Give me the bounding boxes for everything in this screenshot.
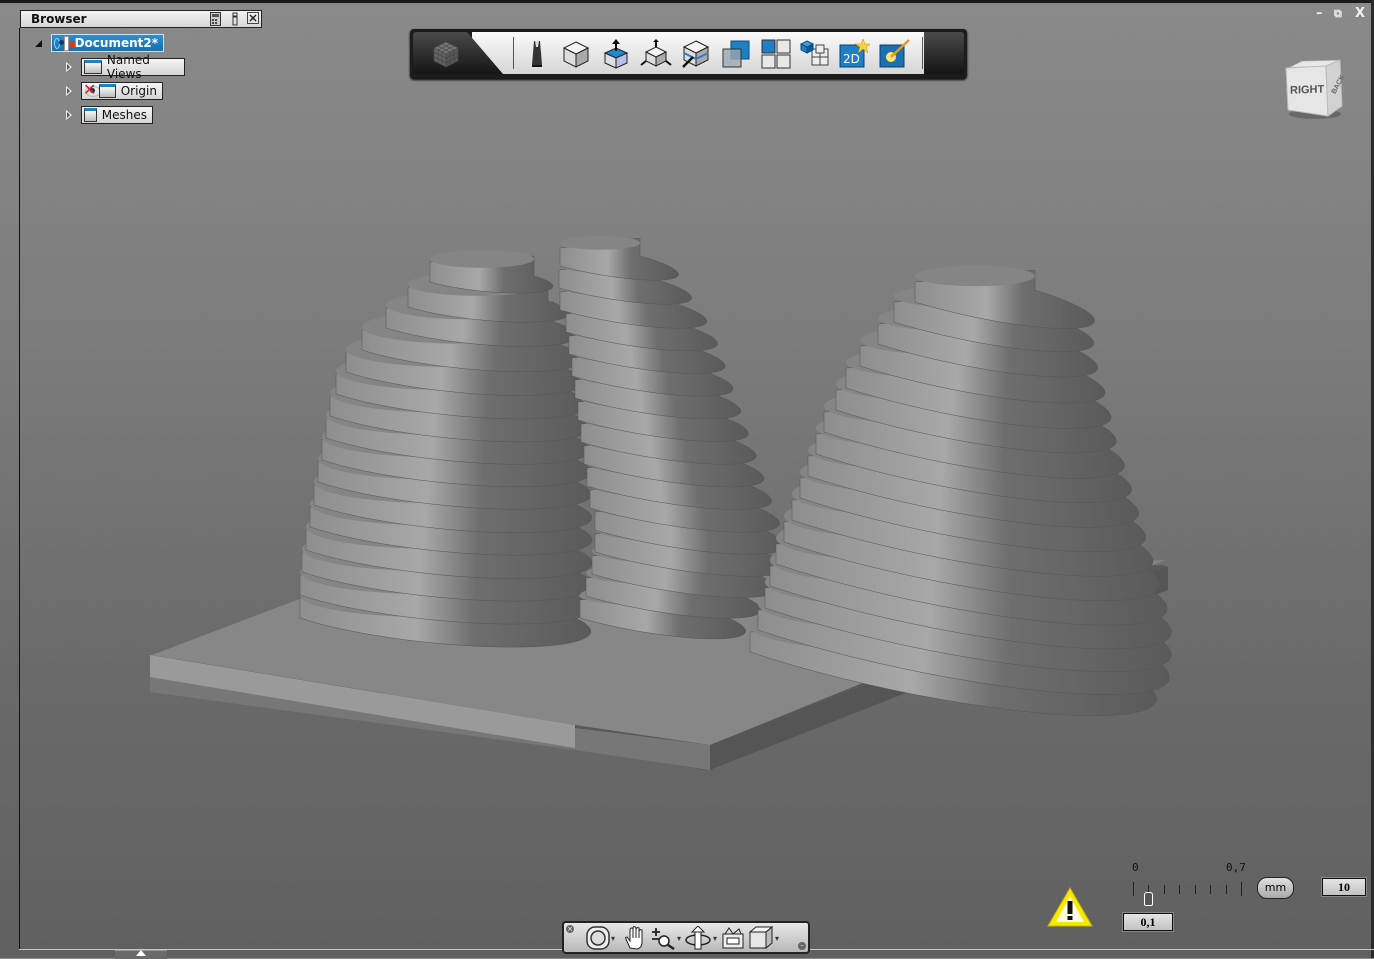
box-button[interactable] xyxy=(560,38,592,70)
tree-row-named-views: Named Views xyxy=(66,53,185,81)
tree-node-meshes[interactable]: Meshes xyxy=(81,106,153,124)
look-button[interactable] xyxy=(721,926,745,950)
chevron-down-icon[interactable]: ▾ xyxy=(611,934,615,943)
cube-icon xyxy=(562,41,590,68)
scale-min-label: 0 xyxy=(1132,861,1139,874)
close-window-icon[interactable]: X xyxy=(1355,7,1365,21)
navbar-options-icon[interactable]: – xyxy=(798,942,806,950)
extrude-button[interactable] xyxy=(600,38,632,70)
svg-text:2D: 2D xyxy=(843,52,860,66)
folder-icon xyxy=(99,84,116,98)
tree-root-row: Document2* xyxy=(35,33,164,53)
pencil-button[interactable] xyxy=(521,38,553,70)
section-button[interactable] xyxy=(680,38,712,70)
named-views-label: Named Views xyxy=(106,53,150,81)
pattern-button[interactable] xyxy=(760,38,792,70)
overlap-squares-icon xyxy=(722,40,750,68)
viewcube-face-right[interactable]: RIGHT xyxy=(1290,84,1324,97)
scale-value-field[interactable]: 0,1 xyxy=(1123,913,1173,931)
section-cube-icon xyxy=(682,40,710,68)
magic-wand-icon xyxy=(879,39,910,68)
extrude-icon xyxy=(603,39,629,69)
viewport-3d-model[interactable] xyxy=(0,0,1374,958)
count-field[interactable]: 10 xyxy=(1322,878,1366,896)
chevron-down-icon[interactable]: ▾ xyxy=(677,934,681,943)
steering-wheel-icon xyxy=(586,926,610,950)
browser-panel-header: Browser xyxy=(20,10,262,28)
view-cube-icon xyxy=(748,926,774,950)
tree-node-origin[interactable]: ✕ Origin xyxy=(81,82,163,100)
tower-right xyxy=(749,265,1172,717)
navbar-close-icon[interactable]: × xyxy=(566,925,574,933)
2d-star-icon: 2D xyxy=(839,38,870,68)
toolbar-separator xyxy=(922,37,923,69)
chevron-down-icon[interactable]: ▾ xyxy=(713,934,717,943)
rubiks-cube-icon[interactable] xyxy=(432,40,460,68)
2d-button[interactable]: 2D xyxy=(838,38,870,70)
cube-array-icon xyxy=(800,40,829,66)
toolbar-end-cap xyxy=(924,32,964,74)
expand-triangle-icon[interactable] xyxy=(66,110,72,120)
zoom-button[interactable]: ▾ xyxy=(650,926,681,950)
folder-icon xyxy=(84,108,97,122)
pencil-icon xyxy=(532,41,542,67)
tree-row-meshes: Meshes xyxy=(66,105,153,125)
meshes-label: Meshes xyxy=(101,108,147,122)
viewcube[interactable]: RIGHT BACK xyxy=(1282,58,1344,120)
render-button[interactable] xyxy=(878,38,910,70)
restore-icon[interactable]: ⧉ xyxy=(1334,7,1342,21)
scale-slider-handle[interactable] xyxy=(1144,892,1153,906)
browser-title: Browser xyxy=(31,12,87,26)
tree-node-document[interactable]: Document2* xyxy=(51,34,164,52)
tree-node-named-views[interactable]: Named Views xyxy=(81,53,185,81)
origin-label: Origin xyxy=(120,84,157,98)
chevron-down-icon[interactable]: ▾ xyxy=(775,934,779,943)
zoom-icon xyxy=(652,928,675,950)
close-icon[interactable] xyxy=(247,12,259,26)
eye-icon[interactable] xyxy=(54,37,64,49)
minimize-icon[interactable]: – xyxy=(1316,7,1323,21)
folder-icon xyxy=(84,60,102,74)
move-icon xyxy=(640,39,672,67)
orbit-icon xyxy=(685,926,711,950)
grid-icon xyxy=(761,39,791,69)
pan-hand-icon xyxy=(625,926,643,950)
main-toolbar: 2D xyxy=(410,29,967,79)
document-label: Document2* xyxy=(74,36,158,50)
tree-row-origin: ✕ Origin xyxy=(66,81,163,101)
collapse-triangle-icon[interactable] xyxy=(35,39,42,47)
array-button[interactable] xyxy=(800,38,832,70)
steering-wheel-button[interactable]: ▾ xyxy=(586,926,615,950)
toolbar-separator xyxy=(513,37,514,69)
orbit-button[interactable]: ▾ xyxy=(684,926,717,950)
combine-button[interactable] xyxy=(720,38,752,70)
view-cube-nav-button[interactable]: ▾ xyxy=(748,926,779,950)
document-icon xyxy=(63,35,75,51)
warning-icon[interactable] xyxy=(1046,886,1094,928)
navigation-bar: × – ▾ ▾ ▾ ▾ xyxy=(562,921,810,954)
calculator-icon[interactable] xyxy=(209,12,221,26)
scale-max-label: 0,7 xyxy=(1226,861,1246,874)
info-icon[interactable] xyxy=(231,12,239,26)
tower-left xyxy=(299,236,785,648)
expand-triangle-icon[interactable] xyxy=(66,62,72,72)
unit-button[interactable]: mm xyxy=(1257,877,1294,899)
move-button[interactable] xyxy=(640,38,672,70)
pan-button[interactable] xyxy=(623,926,647,950)
hidden-eye-icon[interactable]: ✕ xyxy=(83,82,101,98)
expand-triangle-icon[interactable] xyxy=(66,86,72,96)
look-icon xyxy=(722,927,744,949)
